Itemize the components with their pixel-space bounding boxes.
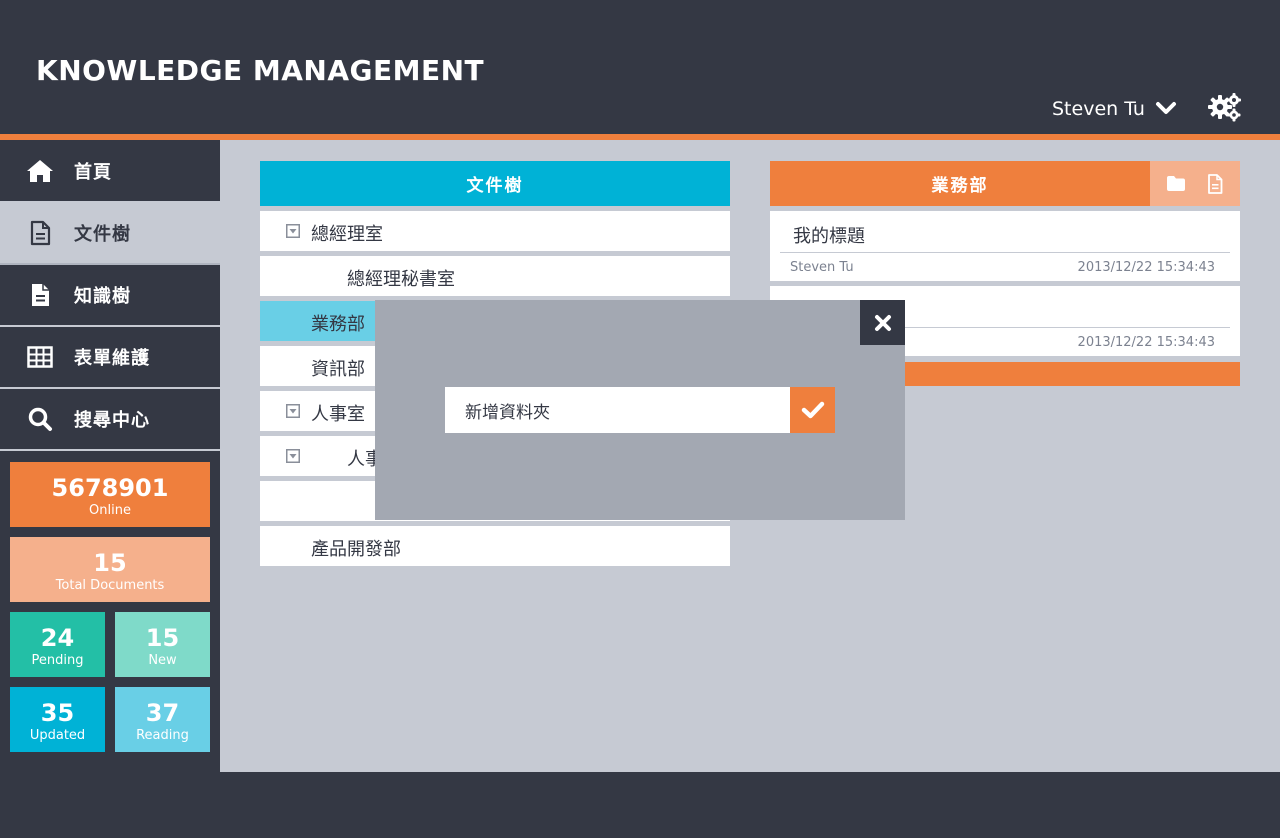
tree-node[interactable]: 總經理室 [260,211,730,251]
stat-value: 35 [40,699,75,727]
stat-total-documents: 15 Total Documents [10,537,210,602]
modal-close-button[interactable] [860,300,905,345]
stat-updated: 35 Updated [10,687,105,752]
tree-node-label: 人事室 [311,404,365,425]
sidebar-item-home[interactable]: 首頁 [0,141,220,203]
tree-node-label: 總經理室 [311,224,383,245]
stat-pending: 24 Pending [10,612,105,677]
collapse-toggle-icon[interactable] [286,449,300,463]
app-title: KNOWLEDGE MANAGEMENT [36,54,485,87]
tree-node-label: 總經理秘書室 [347,269,455,290]
document-filled-icon [26,281,54,309]
sidebar-item-label: 知識樹 [74,286,131,307]
stat-value: 15 [145,624,180,652]
document-title: 我的標題 [793,226,865,247]
user-menu[interactable]: Steven Tu [1052,96,1177,122]
stat-label: Total Documents [55,578,165,593]
divider [780,252,1230,253]
user-name: Steven Tu [1052,98,1145,120]
tree-node-label: 產品開發部 [311,539,401,560]
folder-icon[interactable] [1165,173,1187,195]
document-card[interactable]: 我的標題 Steven Tu 2013/12/22 15:34:43 [770,211,1240,281]
tree-node[interactable]: 總經理秘書室 [260,256,730,296]
stat-value: 5678901 [51,474,169,502]
home-icon [26,157,54,185]
stat-label: Pending [31,653,84,668]
collapse-toggle-icon[interactable] [286,404,300,418]
stat-new: 15 New [115,612,210,677]
document-date: 2013/12/22 15:34:43 [1077,335,1215,350]
stat-online: 5678901 Online [10,462,210,527]
detail-panel-title: 業務部 [931,176,989,196]
new-folder-modal [375,300,905,520]
folder-name-input[interactable] [445,387,791,433]
sidebar-item-label: 文件樹 [74,224,131,245]
sidebar-item-knowledge-tree[interactable]: 知識樹 [0,265,220,327]
confirm-button[interactable] [790,387,835,433]
stat-label: Online [89,503,131,518]
app-header: KNOWLEDGE MANAGEMENT Steven Tu [0,0,1280,135]
tree-panel-title: 文件樹 [466,176,524,196]
detail-panel-header: 業務部 [770,161,1150,206]
sidebar-item-label: 搜尋中心 [74,410,150,431]
collapse-toggle-icon[interactable] [286,224,300,238]
stat-reading: 37 Reading [115,687,210,752]
stat-value: 24 [40,624,75,652]
tree-node-label: 業務部 [311,314,365,335]
stat-value: 15 [93,549,127,577]
file-icon[interactable] [1204,173,1226,195]
close-icon [874,314,891,331]
sidebar-nav: 首頁 文件樹 知識樹 表單維護 搜尋中心 [0,141,220,451]
sidebar-item-label: 表單維護 [74,348,150,369]
document-author: Steven Tu [790,260,854,275]
stat-label: Updated [29,728,86,743]
sidebar-item-search-center[interactable]: 搜尋中心 [0,389,220,451]
gears-icon[interactable] [1208,92,1242,122]
chevron-down-icon [1155,102,1176,114]
detail-panel-actions [1150,161,1240,206]
sidebar-item-label: 首頁 [74,162,112,183]
sidebar-item-form-maintenance[interactable]: 表單維護 [0,327,220,389]
search-icon [26,405,54,433]
document-outline-icon [26,219,54,247]
document-date: 2013/12/22 15:34:43 [1077,260,1215,275]
tree-panel-header: 文件樹 [260,161,730,206]
stat-label: Reading [136,728,189,743]
tree-node-label: 資訊部 [311,359,365,380]
table-icon [26,343,54,371]
stat-label: New [148,653,177,668]
checkmark-icon [801,401,824,419]
stat-value: 37 [145,699,180,727]
sidebar-item-document-tree[interactable]: 文件樹 [0,203,220,265]
tree-node[interactable]: 產品開發部 [260,526,730,566]
